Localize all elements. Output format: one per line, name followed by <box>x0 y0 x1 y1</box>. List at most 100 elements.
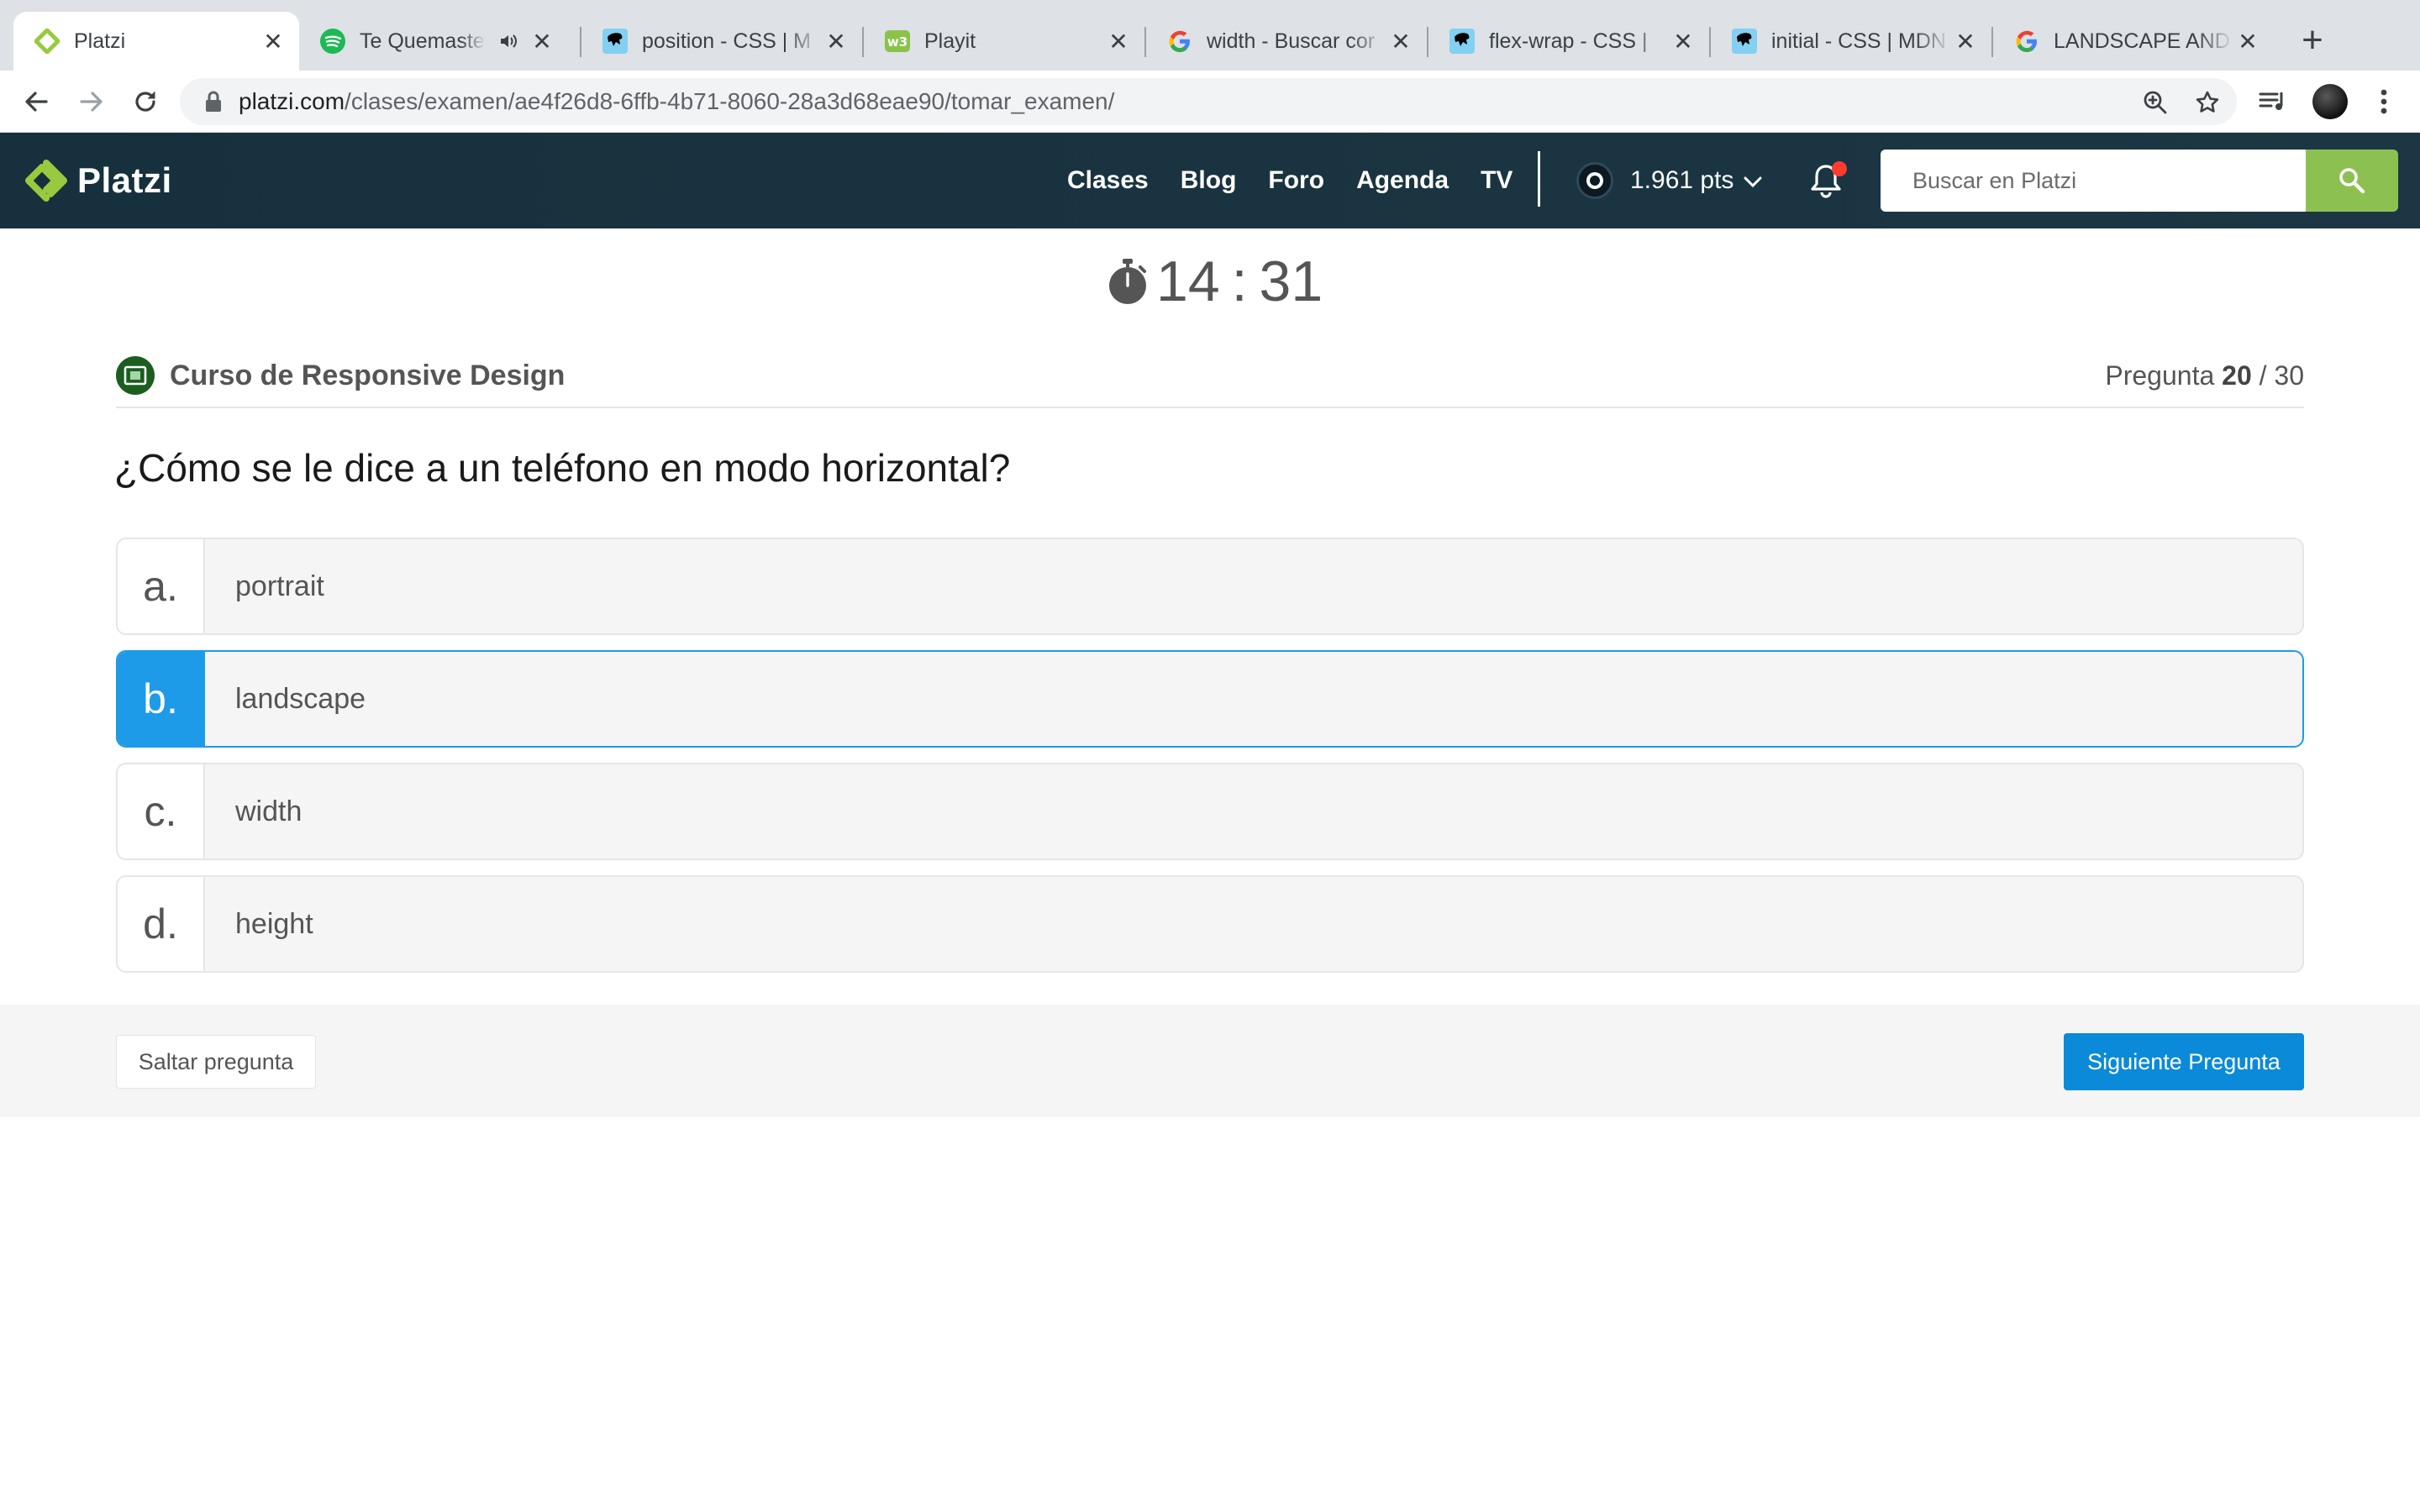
new-tab-plus-icon[interactable]: + <box>2292 19 2333 60</box>
answer-options: a. portrait b. landscape c. width d. hei… <box>116 538 2304 988</box>
back-arrow-icon[interactable] <box>18 84 54 119</box>
close-icon[interactable]: ✕ <box>259 27 287 55</box>
nav-divider <box>1538 151 1540 207</box>
profile-avatar[interactable] <box>2312 84 2348 119</box>
option-text: landscape <box>235 682 366 715</box>
google-icon <box>2013 28 2040 55</box>
timer-separator: : <box>1231 249 1248 313</box>
tab-platzi[interactable]: Platzi ✕ <box>13 12 299 71</box>
course-badge-icon <box>116 356 155 395</box>
address-bar[interactable]: platzi.com/clases/examen/ae4f26d8-6ffb-4… <box>180 78 2237 125</box>
svg-text:w3: w3 <box>887 34 908 50</box>
tab-title: Platzi <box>74 29 126 53</box>
points-menu[interactable]: 1.961 pts <box>1576 158 1762 203</box>
next-question-button[interactable]: Siguiente Pregunta <box>2064 1033 2304 1090</box>
url-text: platzi.com/clases/examen/ae4f26d8-6ffb-4… <box>239 88 1114 115</box>
option-letter: c. <box>118 764 205 858</box>
close-icon[interactable]: ✕ <box>1669 27 1697 55</box>
tab-title: width - Buscar cor <box>1207 29 1376 53</box>
counter-total: 30 <box>2274 360 2304 391</box>
tab-mdn-initial[interactable]: initial - CSS | MDN ✕ <box>1711 12 1991 71</box>
option-text: height <box>235 907 313 940</box>
question-counter: Pregunta 20 / 30 <box>2105 360 2304 391</box>
tab-title: LANDSCAPE AND <box>2054 29 2230 53</box>
lock-icon[interactable] <box>205 91 222 113</box>
notification-dot <box>1832 161 1847 176</box>
answer-option-a[interactable]: a. portrait <box>116 538 2304 635</box>
close-icon[interactable]: ✕ <box>2233 27 2262 55</box>
platzi-logo[interactable]: Platzi <box>25 158 172 203</box>
stopwatch-icon <box>1109 259 1146 304</box>
answer-option-c[interactable]: c. width <box>116 763 2304 860</box>
counter-label: Pregunta <box>2105 360 2215 391</box>
search-icon <box>2339 168 2365 194</box>
mdn-icon <box>1449 28 1476 55</box>
close-icon[interactable]: ✕ <box>1104 27 1133 55</box>
course-row: Curso de Responsive Design Pregunta 20 /… <box>116 344 2304 408</box>
tab-title: Playit <box>924 29 976 53</box>
platzi-icon <box>34 28 60 55</box>
chevron-down-icon <box>1744 166 1762 195</box>
search-button[interactable] <box>2306 150 2398 212</box>
tab-title: flex-wrap - CSS | <box>1489 29 1648 53</box>
course-info: Curso de Responsive Design <box>116 356 565 395</box>
forward-arrow-icon[interactable] <box>74 84 109 119</box>
close-icon[interactable]: ✕ <box>822 27 850 55</box>
google-icon <box>1166 28 1193 55</box>
exam-timer: 14 : 31 <box>1106 245 1323 318</box>
skip-question-button[interactable]: Saltar pregunta <box>116 1035 316 1089</box>
timer-minutes: 14 <box>1156 249 1220 313</box>
url-path: /clases/examen/ae4f26d8-6ffb-4b71-8060-2… <box>345 88 1115 114</box>
course-title: Curso de Responsive Design <box>170 359 566 391</box>
nav-link-clases[interactable]: Clases <box>1067 166 1149 195</box>
browser-tab-strip: Platzi ✕ Te Quemaste ✕ position - CSS | … <box>0 0 2420 71</box>
kebab-menu-icon[interactable] <box>2366 84 2402 119</box>
tab-mdn-position[interactable]: position - CSS | M ✕ <box>581 12 862 71</box>
nav-link-foro[interactable]: Foro <box>1268 166 1324 195</box>
playit-icon: w3 <box>884 28 911 55</box>
zoom-icon[interactable] <box>2141 88 2170 117</box>
answer-option-b[interactable]: b. landscape <box>116 650 2304 748</box>
option-letter: d. <box>118 877 205 971</box>
counter-current: 20 <box>2222 360 2252 391</box>
nav-link-tv[interactable]: TV <box>1481 166 1512 195</box>
option-text: width <box>235 795 302 827</box>
speaker-icon[interactable] <box>499 31 519 51</box>
counter-separator: / <box>2259 360 2267 391</box>
question-text: ¿Cómo se le dice a un teléfono en modo h… <box>114 446 1011 490</box>
close-icon[interactable]: ✕ <box>528 27 556 55</box>
close-icon[interactable]: ✕ <box>1386 27 1415 55</box>
tab-title: initial - CSS | MDN <box>1771 29 1946 53</box>
media-queue-icon[interactable] <box>2255 84 2291 119</box>
tab-spotify[interactable]: Te Quemaste ✕ <box>299 12 580 71</box>
search-input[interactable] <box>1881 150 2306 212</box>
tab-google-landscape[interactable]: LANDSCAPE AND ✕ <box>1993 12 2274 71</box>
nav-link-blog[interactable]: Blog <box>1181 166 1237 195</box>
platzi-logo-icon <box>25 160 67 202</box>
option-letter: b. <box>118 652 205 746</box>
timer-seconds: 31 <box>1259 249 1323 313</box>
tab-title: Te Quemaste <box>360 29 485 53</box>
answer-option-d[interactable]: d. height <box>116 875 2304 973</box>
option-text: portrait <box>235 570 324 602</box>
notifications-bell-icon[interactable] <box>1808 161 1847 202</box>
rank-badge-icon <box>1576 162 1613 199</box>
tab-title: position - CSS | M <box>642 29 812 53</box>
bookmark-star-icon[interactable] <box>2193 88 2222 117</box>
logo-text: Platzi <box>77 160 172 200</box>
nav-link-agenda[interactable]: Agenda <box>1356 166 1449 195</box>
site-search <box>1881 150 2398 212</box>
tab-playit[interactable]: w3 Playit ✕ <box>864 12 1144 71</box>
main-nav: Clases Blog Foro Agenda TV <box>1067 133 1544 228</box>
spotify-icon <box>319 28 346 55</box>
url-host: platzi.com <box>239 88 345 114</box>
reload-icon[interactable] <box>128 84 163 119</box>
close-icon[interactable]: ✕ <box>1951 27 1980 55</box>
mdn-icon <box>1731 28 1758 55</box>
browser-toolbar: platzi.com/clases/examen/ae4f26d8-6ffb-4… <box>0 71 2420 133</box>
option-letter: a. <box>118 539 205 633</box>
points-value: 1.961 pts <box>1630 166 1734 194</box>
tab-google-width[interactable]: width - Buscar cor ✕ <box>1146 12 1427 71</box>
exam-footer: Saltar pregunta Siguiente Pregunta <box>0 1005 2420 1117</box>
tab-mdn-flex-wrap[interactable]: flex-wrap - CSS | ✕ <box>1428 12 1709 71</box>
